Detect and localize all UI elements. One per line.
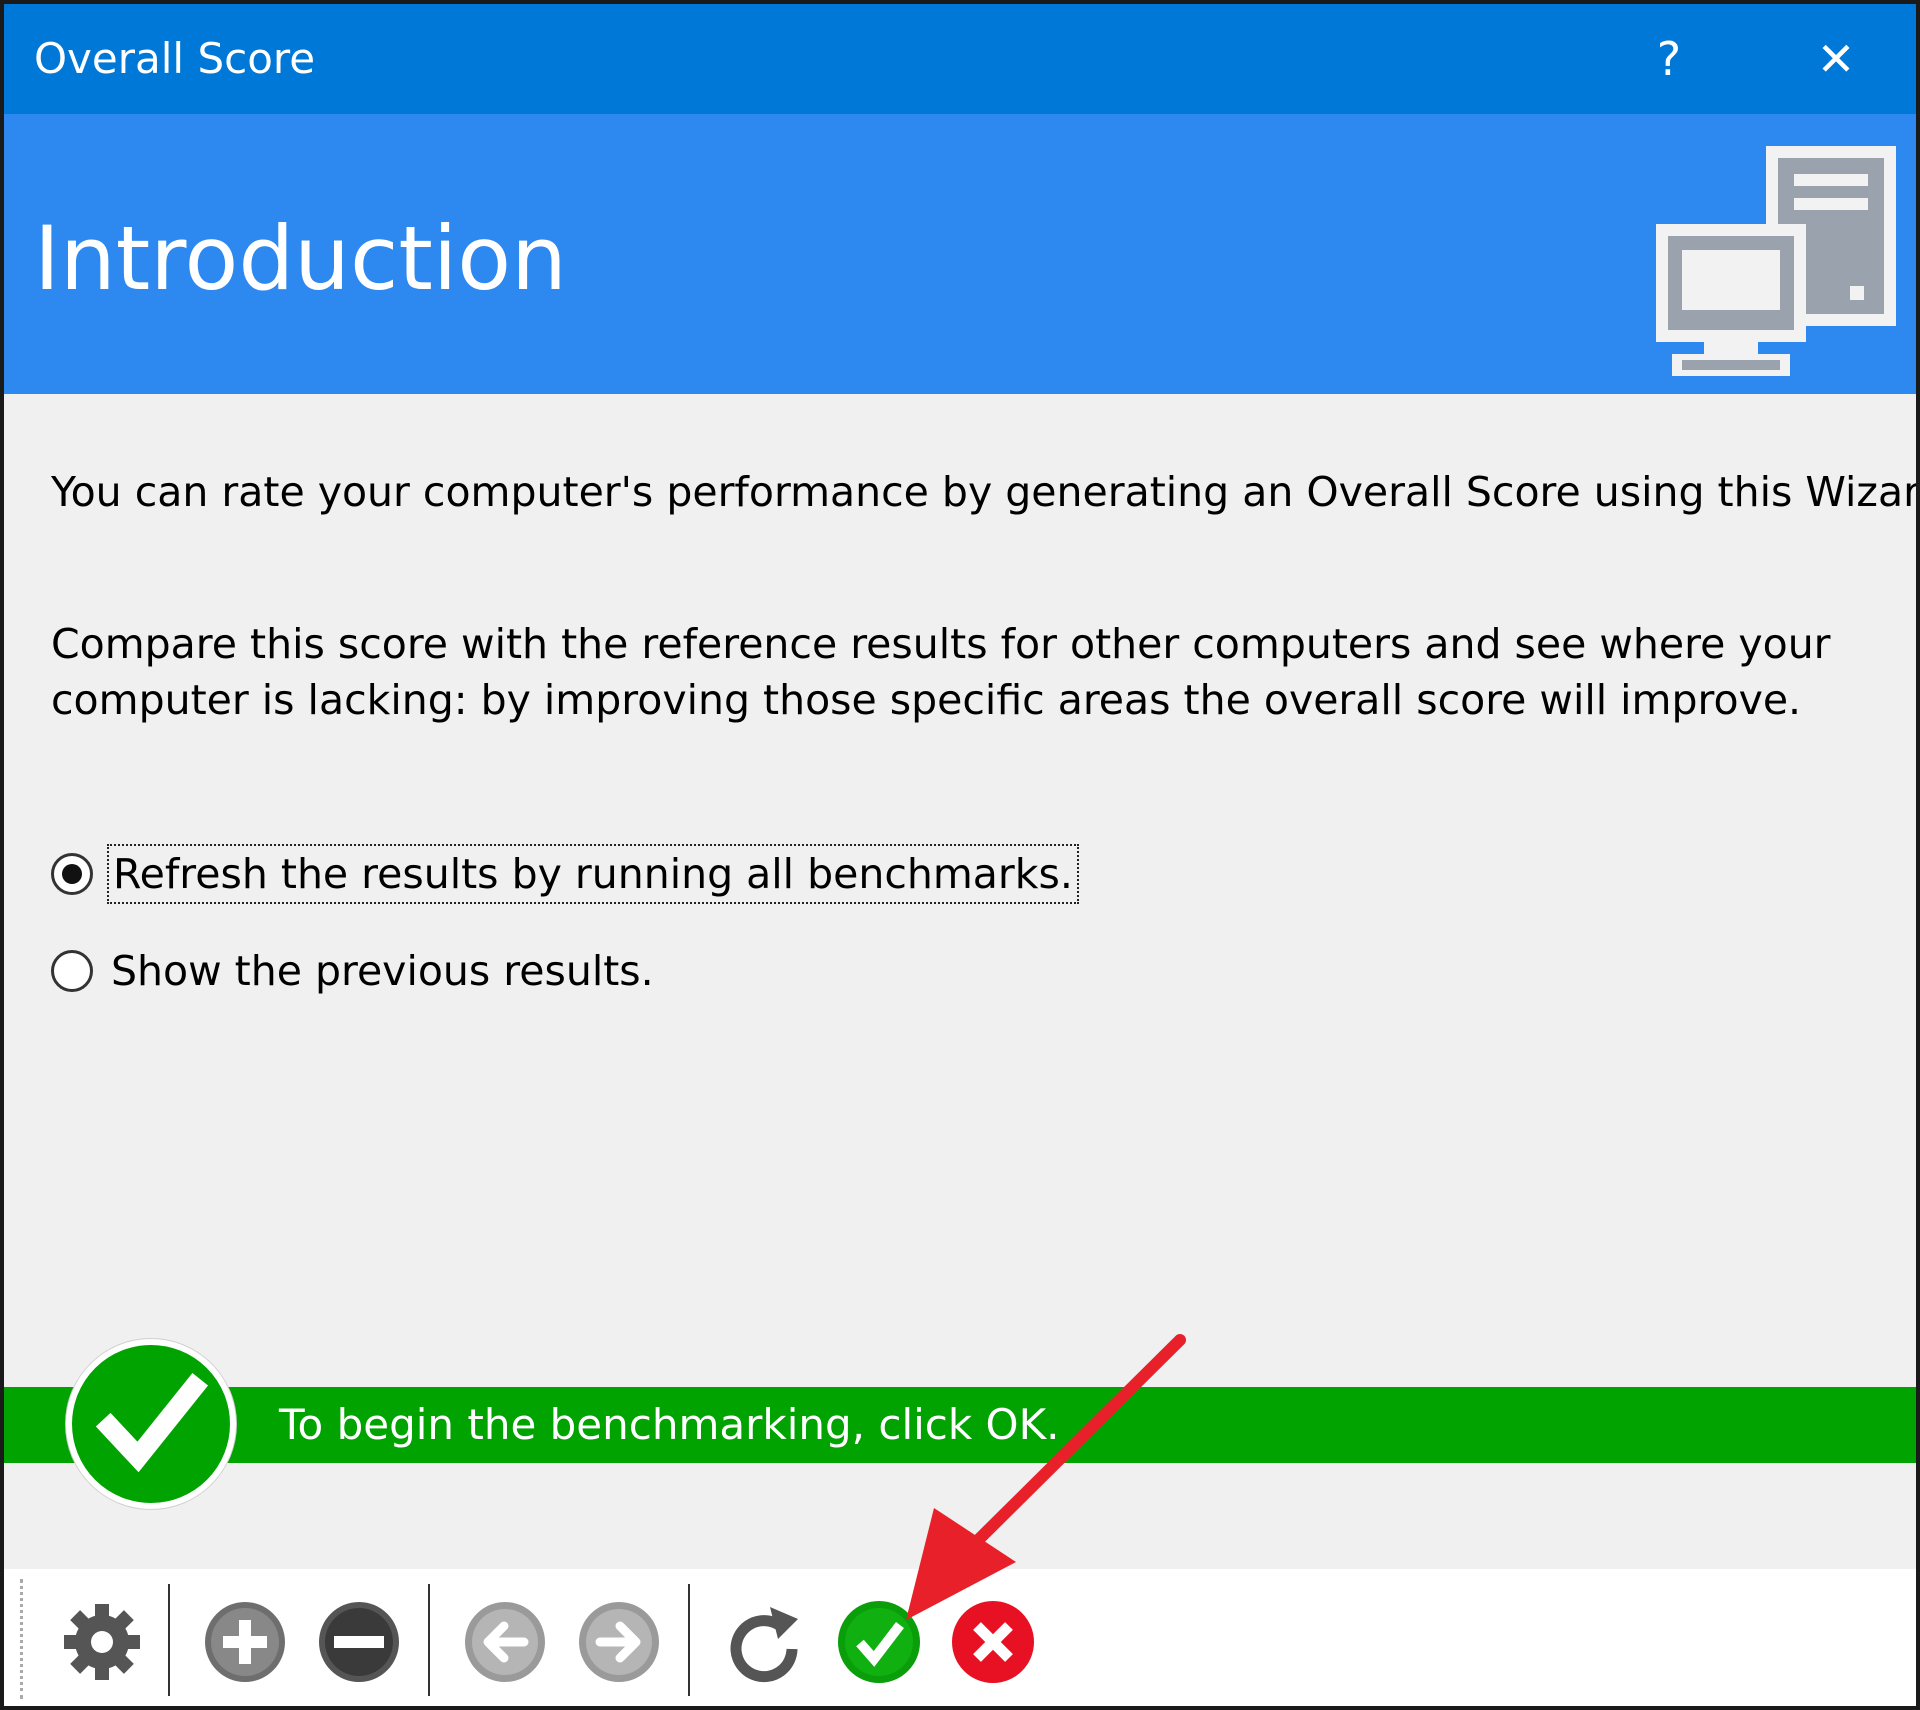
- plus-circle-icon[interactable]: [202, 1599, 288, 1685]
- forward-arrow-icon[interactable]: [576, 1599, 662, 1685]
- computer-icon: [1656, 146, 1896, 376]
- intro-paragraph: You can rate your computer's performance…: [51, 468, 1920, 516]
- toolbar-separator: [168, 1584, 170, 1696]
- overall-score-dialog: Overall Score ? ✕ Introduction You can r…: [0, 0, 1920, 1710]
- ok-check-icon[interactable]: [836, 1599, 922, 1685]
- radio-button-selected[interactable]: [51, 853, 93, 895]
- window-title: Overall Score: [34, 34, 316, 83]
- gear-icon[interactable]: [59, 1599, 145, 1685]
- cancel-x-icon[interactable]: [950, 1599, 1036, 1685]
- bottom-toolbar: [4, 1569, 1916, 1706]
- wizard-banner: Introduction: [4, 114, 1916, 394]
- radio-button[interactable]: [51, 950, 93, 992]
- refresh-icon[interactable]: [722, 1599, 808, 1685]
- close-button[interactable]: ✕: [1801, 24, 1871, 94]
- minus-circle-icon[interactable]: [316, 1599, 402, 1685]
- toolbar-separator: [688, 1584, 690, 1696]
- toolbar-grip[interactable]: [20, 1579, 29, 1699]
- compare-paragraph: Compare this score with the reference re…: [51, 620, 1831, 724]
- option-label[interactable]: Refresh the results by running all bench…: [107, 844, 1079, 904]
- toolbar-separator: [428, 1584, 430, 1696]
- help-button[interactable]: ?: [1634, 24, 1704, 94]
- back-arrow-icon[interactable]: [462, 1599, 548, 1685]
- option-refresh-results[interactable]: Refresh the results by running all bench…: [51, 844, 1079, 904]
- page-title: Introduction: [34, 207, 567, 310]
- check-circle-icon: [66, 1339, 236, 1509]
- option-label[interactable]: Show the previous results.: [107, 943, 658, 999]
- status-message: To begin the benchmarking, click OK.: [279, 1400, 1060, 1449]
- title-bar: Overall Score ? ✕: [4, 4, 1916, 114]
- option-show-previous[interactable]: Show the previous results.: [51, 941, 658, 1001]
